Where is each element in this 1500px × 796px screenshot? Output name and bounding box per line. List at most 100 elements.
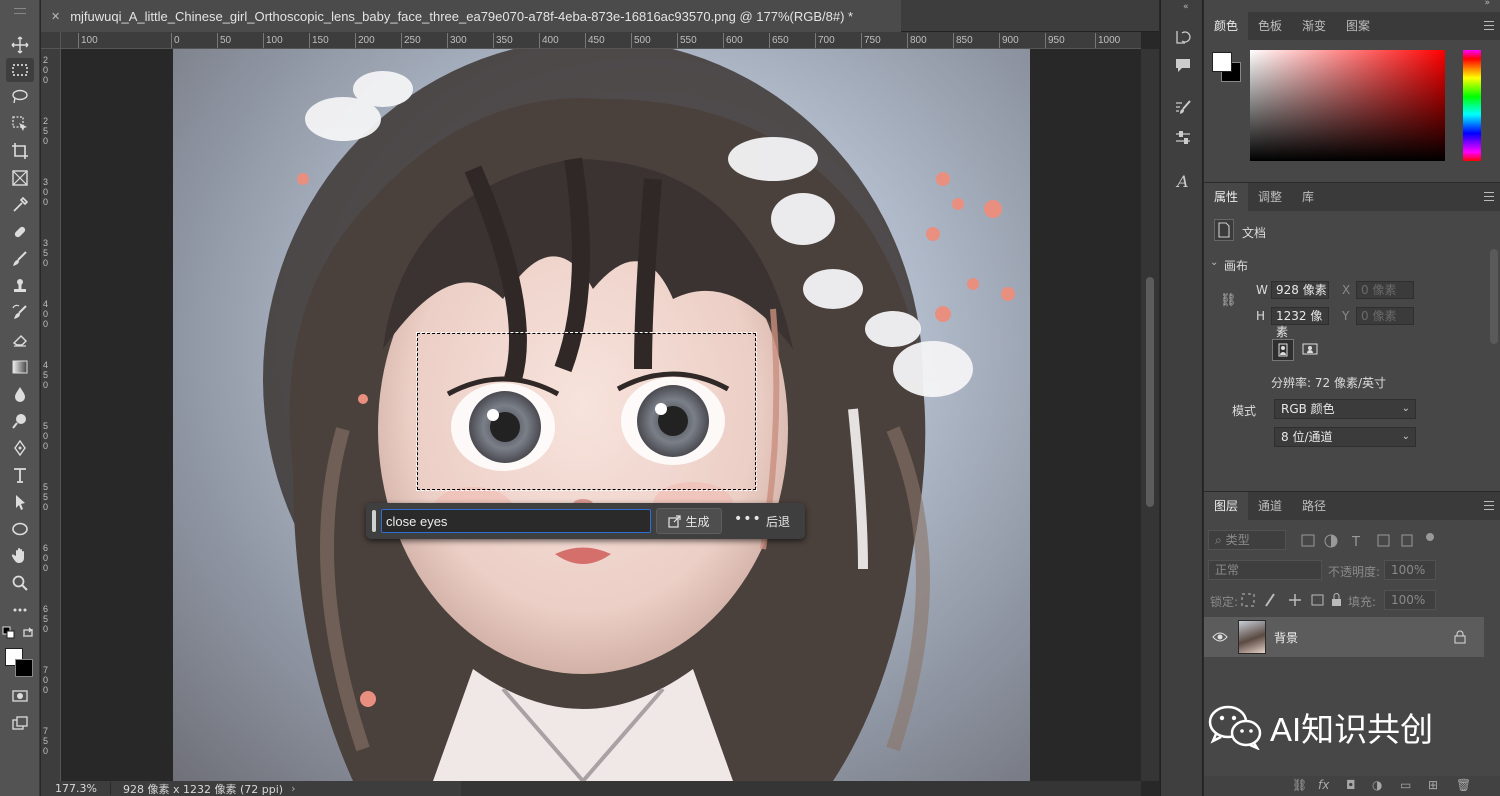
visibility-eye-icon[interactable] bbox=[1212, 630, 1228, 644]
history-icon[interactable] bbox=[1172, 25, 1194, 47]
glyphs-icon[interactable]: A bbox=[1172, 170, 1194, 192]
layer-style-icon[interactable]: fx bbox=[1318, 778, 1329, 792]
mode-label: 模式 bbox=[1232, 404, 1257, 418]
eraser-tool-icon[interactable] bbox=[6, 328, 34, 352]
toolbar-grip[interactable] bbox=[14, 8, 26, 14]
bit-depth-select[interactable]: 8 位/通道 ⌄ bbox=[1274, 427, 1416, 447]
ellipse-tool-icon[interactable] bbox=[6, 517, 34, 541]
brush-tool-icon[interactable] bbox=[6, 247, 34, 271]
swap-colors-icon[interactable] bbox=[20, 625, 36, 641]
tab-channels[interactable]: 通道 bbox=[1248, 492, 1292, 520]
blur-tool-icon[interactable] bbox=[6, 382, 34, 406]
properties-panel-tabs: 属性 调整 库 bbox=[1204, 183, 1500, 211]
collapse-chevron-icon[interactable]: « bbox=[1183, 2, 1189, 12]
tab-color[interactable]: 颜色 bbox=[1204, 12, 1249, 40]
gradient-tool-icon[interactable] bbox=[6, 355, 34, 379]
tab-patterns[interactable]: 图案 bbox=[1336, 12, 1380, 40]
document-icon bbox=[1214, 219, 1234, 241]
landscape-orientation-icon[interactable] bbox=[1300, 339, 1322, 361]
canvas-section-title[interactable]: 画布 bbox=[1224, 257, 1248, 274]
crop-tool-icon[interactable] bbox=[6, 139, 34, 163]
hue-slider[interactable] bbox=[1463, 50, 1481, 161]
delete-layer-icon[interactable]: 🗑 bbox=[1456, 778, 1471, 792]
layer-name[interactable]: 背景 bbox=[1274, 629, 1298, 646]
saturation-brightness-field[interactable] bbox=[1250, 50, 1445, 161]
object-select-tool-icon[interactable] bbox=[6, 112, 34, 136]
link-layers-icon[interactable]: ⛓ bbox=[1292, 778, 1307, 792]
properties-scrollbar[interactable] bbox=[1490, 249, 1498, 344]
canvas-vertical-scrollbar[interactable] bbox=[1141, 49, 1159, 781]
more-options-icon[interactable]: ••• bbox=[734, 511, 761, 531]
move-tool-icon[interactable] bbox=[6, 33, 34, 57]
width-field[interactable]: 928 像素 bbox=[1271, 281, 1329, 299]
back-button[interactable]: 后退 bbox=[766, 513, 790, 530]
more-tools-icon[interactable] bbox=[6, 598, 34, 622]
dodge-tool-icon[interactable] bbox=[6, 409, 34, 433]
fill-field[interactable]: 100% bbox=[1384, 590, 1436, 610]
color-panel-tabs: 颜色 色板 渐变 图案 bbox=[1204, 12, 1500, 40]
opacity-field[interactable]: 100% bbox=[1384, 560, 1436, 580]
adjustment-layer-icon[interactable]: ◑ bbox=[1372, 778, 1382, 792]
path-selection-tool-icon[interactable] bbox=[6, 490, 34, 514]
adjustments-sliders-icon[interactable] bbox=[1172, 127, 1194, 149]
blend-mode-value: 正常 bbox=[1215, 563, 1240, 577]
section-expand-chevron-icon[interactable]: ⌄ bbox=[1210, 257, 1218, 268]
generative-prompt-input[interactable] bbox=[381, 509, 651, 533]
comments-icon[interactable] bbox=[1172, 54, 1194, 76]
color-mode-value: RGB 颜色 bbox=[1281, 402, 1335, 416]
tab-paths[interactable]: 路径 bbox=[1292, 492, 1336, 520]
new-group-icon[interactable]: ▭ bbox=[1400, 778, 1411, 792]
zoom-level[interactable]: 177.3% bbox=[41, 782, 111, 795]
close-tab-icon[interactable]: ✕ bbox=[51, 10, 60, 23]
panel-menu-icon[interactable] bbox=[1484, 501, 1494, 510]
document-tab[interactable]: ✕ mjfuwuqi_A_little_Chinese_girl_Orthosc… bbox=[41, 0, 901, 32]
panel-menu-icon[interactable] bbox=[1484, 192, 1494, 201]
collapse-panels-icon[interactable]: » bbox=[1484, 0, 1490, 8]
pen-tool-icon[interactable] bbox=[6, 436, 34, 460]
clone-stamp-tool-icon[interactable] bbox=[6, 274, 34, 298]
portrait-orientation-icon[interactable] bbox=[1272, 339, 1294, 361]
frame-tool-icon[interactable] bbox=[6, 166, 34, 190]
healing-brush-tool-icon[interactable] bbox=[6, 220, 34, 244]
background-color-swatch[interactable] bbox=[15, 659, 33, 677]
color-mode-select[interactable]: RGB 颜色 ⌄ bbox=[1274, 399, 1416, 419]
eyedropper-tool-icon[interactable] bbox=[6, 193, 34, 217]
lock-options-icons[interactable] bbox=[1240, 592, 1344, 608]
ruler-tick-label: 50 bbox=[216, 33, 232, 48]
zoom-tool-icon[interactable] bbox=[6, 571, 34, 595]
history-brush-tool-icon[interactable] bbox=[6, 301, 34, 325]
new-layer-icon[interactable]: ⊞ bbox=[1428, 778, 1438, 792]
blend-mode-select[interactable]: 正常 bbox=[1208, 560, 1322, 580]
tab-swatches[interactable]: 色板 bbox=[1248, 12, 1292, 40]
chevron-down-icon: ⌄ bbox=[1401, 431, 1410, 442]
marquee-tool-icon[interactable] bbox=[6, 58, 34, 82]
layer-row-background[interactable]: 背景 bbox=[1204, 617, 1484, 657]
tab-properties[interactable]: 属性 bbox=[1204, 183, 1249, 211]
height-field[interactable]: 1232 像素 bbox=[1271, 307, 1329, 339]
layer-filter-select[interactable]: ⌕ 类型 bbox=[1208, 530, 1286, 550]
link-dimensions-icon[interactable]: ⛓ bbox=[1220, 293, 1237, 308]
panel-menu-icon[interactable] bbox=[1484, 21, 1494, 30]
hand-tool-icon[interactable] bbox=[6, 544, 34, 568]
layer-filter-icons[interactable]: T bbox=[1300, 532, 1450, 550]
quick-mask-icon[interactable] bbox=[6, 684, 34, 708]
default-colors-icon[interactable] bbox=[1, 625, 17, 641]
scroll-thumb[interactable] bbox=[1146, 277, 1154, 507]
tab-layers[interactable]: 图层 bbox=[1204, 492, 1249, 520]
canvas-area[interactable]: 生成 ••• 后退 bbox=[61, 49, 1141, 781]
lasso-tool-icon[interactable] bbox=[6, 85, 34, 109]
x-field: 0 像素 bbox=[1356, 281, 1414, 299]
screen-mode-icon[interactable] bbox=[6, 711, 34, 735]
brush-settings-icon[interactable] bbox=[1172, 97, 1194, 119]
status-menu-arrow[interactable]: › bbox=[283, 782, 295, 795]
type-tool-icon[interactable] bbox=[6, 463, 34, 487]
marquee-selection[interactable] bbox=[416, 332, 757, 491]
tab-libraries[interactable]: 库 bbox=[1292, 183, 1324, 211]
tab-adjustments[interactable]: 调整 bbox=[1248, 183, 1292, 211]
tab-gradients[interactable]: 渐变 bbox=[1292, 12, 1336, 40]
generate-button[interactable]: 生成 bbox=[656, 508, 722, 534]
panel-foreground-swatch[interactable] bbox=[1212, 52, 1232, 72]
add-mask-icon[interactable]: ◘ bbox=[1346, 778, 1356, 792]
bar-drag-handle[interactable] bbox=[372, 510, 376, 532]
ruler-tick-label: 400 bbox=[43, 299, 49, 329]
